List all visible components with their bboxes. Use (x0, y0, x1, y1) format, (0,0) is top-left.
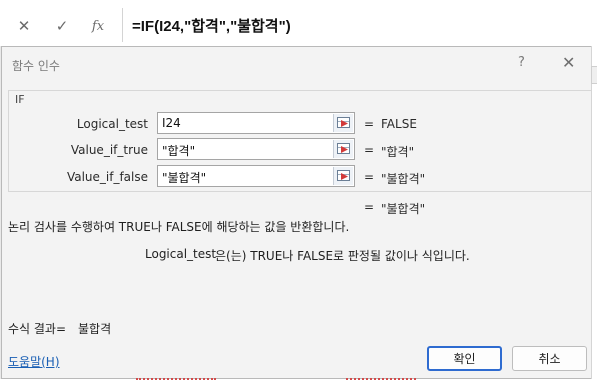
function-arguments-dialog: 함수 인수 ? ✕ IF Logical_test I24 = FALSE Va… (1, 46, 597, 379)
logical-test-result: FALSE (381, 117, 417, 131)
value-if-false-input[interactable]: "불합격" (157, 165, 355, 187)
arg-label-value-if-false: Value_if_false (66, 170, 148, 184)
function-description: 논리 검사를 수행하여 TRUE나 FALSE에 해당하는 값을 반환합니다. (8, 220, 350, 234)
collapse-dialog-icon[interactable] (333, 140, 353, 158)
arg-label-value-if-true: Value_if_true (70, 143, 148, 157)
fx-icon[interactable]: fx (86, 14, 110, 38)
function-name-label: IF (15, 93, 25, 106)
ok-button[interactable]: 확인 (427, 346, 502, 371)
cell-fragment (136, 378, 216, 383)
arg-equals: = (364, 143, 375, 157)
dialog-title: 함수 인수 (12, 59, 60, 73)
overall-result: "불합격" (381, 202, 426, 216)
column-header-fragment (591, 66, 597, 84)
formula-bar-divider (122, 8, 123, 42)
formula-text[interactable]: =IF(I24,"합격","불합격") (132, 15, 291, 36)
formula-result-label: 수식 결과= (8, 322, 67, 336)
close-icon[interactable]: ✕ (12, 14, 36, 38)
sheet-edge (591, 46, 597, 383)
formula-bar: ✕ ✓ fx =IF(I24,"합격","불합격") (0, 0, 597, 46)
collapse-dialog-icon[interactable] (333, 114, 353, 132)
help-link[interactable]: 도움말(H) (8, 353, 60, 370)
arg-label-logical-test: Logical_test (76, 117, 148, 131)
dialog-close-button[interactable]: ✕ (562, 53, 575, 72)
value-if-true-result: "합격" (381, 145, 415, 159)
argument-description-name: Logical_test (145, 247, 217, 261)
sheet-bottom-strip (0, 379, 597, 383)
check-icon[interactable]: ✓ (50, 14, 74, 38)
arg-equals: = (364, 170, 375, 184)
value-if-true-value: "합격" (162, 144, 196, 158)
logical-test-value: I24 (162, 116, 181, 130)
value-if-false-result: "불합격" (381, 172, 426, 186)
overall-equals: = (364, 200, 375, 214)
argument-description-text: 은(는) TRUE나 FALSE로 판정될 값이나 식입니다. (215, 249, 470, 263)
value-if-false-value: "불합격" (162, 171, 207, 185)
value-if-true-input[interactable]: "합격" (157, 138, 355, 160)
formula-result-value: 불합격 (78, 322, 112, 336)
logical-test-input[interactable]: I24 (157, 112, 355, 134)
help-icon[interactable]: ? (518, 55, 525, 70)
cancel-button[interactable]: 취소 (512, 346, 587, 371)
collapse-dialog-icon[interactable] (333, 167, 353, 185)
cell-fragment (346, 378, 416, 383)
arg-equals: = (364, 117, 375, 131)
